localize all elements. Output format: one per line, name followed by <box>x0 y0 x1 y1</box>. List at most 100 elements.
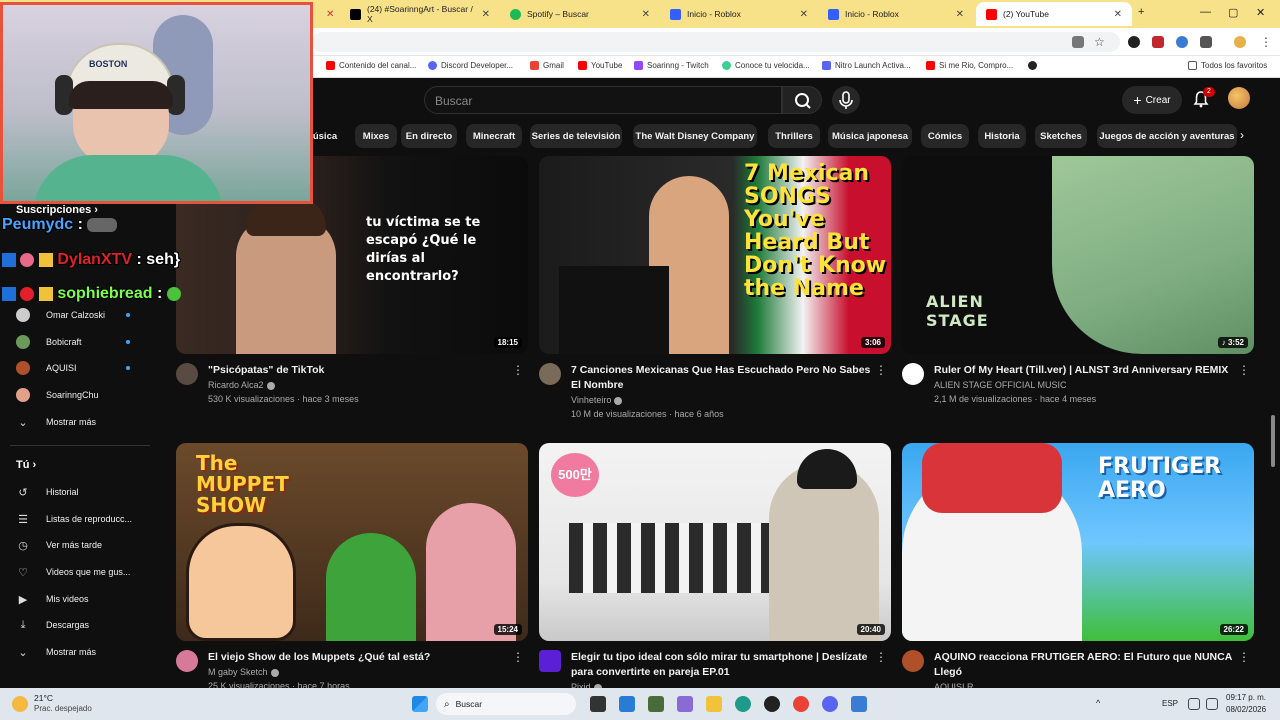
chevron-right-icon[interactable]: › <box>1240 128 1244 142</box>
taskbar-search[interactable]: ⌕ Buscar <box>436 693 576 715</box>
channel-avatar[interactable] <box>539 363 561 385</box>
channel-avatar[interactable] <box>539 650 561 672</box>
video-title[interactable]: El viejo Show de los Muppets ¿Qué tal es… <box>208 650 508 665</box>
chip[interactable]: Series de televisión <box>530 124 622 148</box>
create-button[interactable]: + Crear <box>1122 86 1182 114</box>
sidebar-item-aquisi[interactable]: AQUISI <box>16 358 156 378</box>
video-title[interactable]: AQUINO reacciona FRUTIGER AERO: El Futur… <box>934 650 1234 680</box>
all-bookmarks[interactable]: Todos los favoritos <box>1188 61 1267 70</box>
tab-spotify[interactable]: Spotify – Buscar ✕ <box>500 2 660 26</box>
url-input[interactable] <box>312 32 1120 52</box>
sidebar-item-watch-later[interactable]: ◷ Ver más tarde <box>16 535 156 555</box>
more-options-icon[interactable]: ⋮ <box>875 650 887 664</box>
bookmark-item[interactable]: YouTube <box>578 61 622 70</box>
video-thumbnail[interactable]: The MUPPET SHOW 15:24 <box>176 443 528 641</box>
profile-icon[interactable] <box>1234 36 1246 48</box>
chip[interactable]: Historia <box>978 124 1026 148</box>
star-icon[interactable]: ☆ <box>1094 36 1106 48</box>
video-title[interactable]: Elegir tu tipo ideal con sólo mirar tu s… <box>571 650 871 680</box>
scrollbar[interactable] <box>1271 415 1275 467</box>
close-icon[interactable]: ✕ <box>1114 9 1122 20</box>
sidebar-item-history[interactable]: ↺ Historial <box>16 482 156 502</box>
channel-avatar[interactable] <box>902 363 924 385</box>
sidebar-item-my-videos[interactable]: ▶ Mis videos <box>16 589 156 609</box>
more-options-icon[interactable]: ⋮ <box>1238 650 1250 664</box>
install-icon[interactable] <box>1072 36 1084 48</box>
bookmark-item[interactable]: Conoce tu velocida... <box>722 61 810 70</box>
video-thumbnail[interactable]: 7 Mexican SONGS You've Heard But Don't K… <box>539 156 891 354</box>
video-title[interactable]: Ruler Of My Heart (Till.ver) | ALNST 3rd… <box>934 363 1234 378</box>
tab-x[interactable]: (24) #SoarinngArt - Buscar / X ✕ <box>340 2 500 26</box>
tab-youtube[interactable]: (2) YouTube ✕ <box>976 2 1132 26</box>
app-icon[interactable] <box>619 696 635 712</box>
close-icon[interactable]: ✕ <box>642 9 650 20</box>
minimize-icon[interactable]: — <box>1200 6 1211 18</box>
search-input[interactable]: Buscar <box>424 86 782 114</box>
more-options-icon[interactable]: ⋮ <box>512 363 524 377</box>
app-icon[interactable] <box>764 696 780 712</box>
chip[interactable]: En directo <box>401 124 457 148</box>
window-close-icon[interactable]: ✕ <box>1256 6 1265 19</box>
more-options-icon[interactable]: ⋮ <box>1238 363 1250 377</box>
subscriptions-heading[interactable]: Suscripciones › <box>16 204 98 216</box>
bookmark-item[interactable]: Gmail <box>530 61 564 70</box>
edge-icon[interactable] <box>735 696 751 712</box>
channel-avatar[interactable] <box>902 650 924 672</box>
windows-start-icon[interactable] <box>412 696 428 712</box>
task-view-icon[interactable] <box>590 696 606 712</box>
more-options-icon[interactable]: ⋮ <box>512 650 524 664</box>
sidebar-item-downloads[interactable]: ⤓ Descargas <box>16 615 156 635</box>
video-thumbnail[interactable]: ALIEN STAGE ♪ 3:52 <box>902 156 1254 354</box>
file-explorer-icon[interactable] <box>706 696 722 712</box>
bookmark-item[interactable]: Discord Developer... <box>428 61 513 70</box>
discord-icon[interactable] <box>822 696 838 712</box>
close-icon[interactable]: ✕ <box>482 9 490 20</box>
voice-search-button[interactable] <box>832 86 860 114</box>
sidebar-show-more[interactable]: ⌄ Mostrar más <box>16 412 156 432</box>
channel-name[interactable]: Vinheteiro <box>571 395 623 405</box>
channel-name[interactable]: M gaby Sketch <box>208 667 279 677</box>
chip[interactable]: Minecraft <box>466 124 522 148</box>
extension-3-icon[interactable] <box>1176 36 1188 48</box>
avatar[interactable] <box>1228 87 1250 109</box>
clock-date[interactable]: 08/02/2026 <box>1226 705 1266 714</box>
sidebar-item-bobicraft[interactable]: Bobicraft <box>16 332 156 352</box>
bookmark-item[interactable] <box>1028 61 1037 70</box>
maximize-icon[interactable]: ▢ <box>1228 6 1238 19</box>
clock-time[interactable]: 09:17 p. m. <box>1226 693 1266 702</box>
tab-roblox-2[interactable]: Inicio - Roblox ✕ <box>818 2 974 26</box>
more-options-icon[interactable]: ⋮ <box>875 363 887 377</box>
new-tab-icon[interactable]: + <box>1138 6 1144 18</box>
channel-name[interactable]: Ricardo Alca2 <box>208 380 275 390</box>
extensions-puzzle-icon[interactable] <box>1200 36 1212 48</box>
video-thumbnail[interactable]: 500만 20:40 <box>539 443 891 641</box>
video-title[interactable]: 7 Canciones Mexicanas Que Has Escuchado … <box>571 363 871 393</box>
close-icon[interactable]: ✕ <box>800 9 808 20</box>
video-title[interactable]: "Psicópatas" de TikTok <box>208 363 508 378</box>
sidebar-show-more-2[interactable]: ⌄ Mostrar más <box>16 642 156 662</box>
channel-avatar[interactable] <box>176 363 198 385</box>
wifi-icon[interactable] <box>1188 698 1200 710</box>
chip[interactable]: Mixes <box>355 124 397 148</box>
chip[interactable]: Thrillers <box>768 124 820 148</box>
sidebar-item-liked[interactable]: ♡ Videos que me gus... <box>16 562 156 582</box>
you-heading[interactable]: Tú › <box>16 459 36 471</box>
chevron-up-icon[interactable]: ^ <box>1096 698 1100 708</box>
chip[interactable]: Música japonesa <box>828 124 912 148</box>
channel-name[interactable]: ALIEN STAGE OFFICIAL MUSIC <box>934 380 1067 390</box>
search-button[interactable] <box>782 86 822 114</box>
app-icon[interactable] <box>677 696 693 712</box>
channel-avatar[interactable] <box>176 650 198 672</box>
language-indicator[interactable]: ESP <box>1162 699 1178 708</box>
bookmark-item[interactable]: Soarinng - Twitch <box>634 61 709 70</box>
bookmark-item[interactable]: Si me Rio, Compro... <box>926 61 1013 70</box>
sidebar-item-omar-calzoski[interactable]: Omar Calzoski <box>16 305 156 325</box>
video-thumbnail[interactable]: FRUTIGER AERO 26:22 <box>902 443 1254 641</box>
chip[interactable]: Cómics <box>921 124 969 148</box>
volume-icon[interactable] <box>1206 698 1218 710</box>
minecraft-icon[interactable] <box>648 696 664 712</box>
extension-1-icon[interactable] <box>1128 36 1140 48</box>
tab-close-partial[interactable]: ✕ <box>316 2 336 26</box>
weather-icon[interactable] <box>12 696 28 712</box>
chip[interactable]: Sketches <box>1035 124 1087 148</box>
